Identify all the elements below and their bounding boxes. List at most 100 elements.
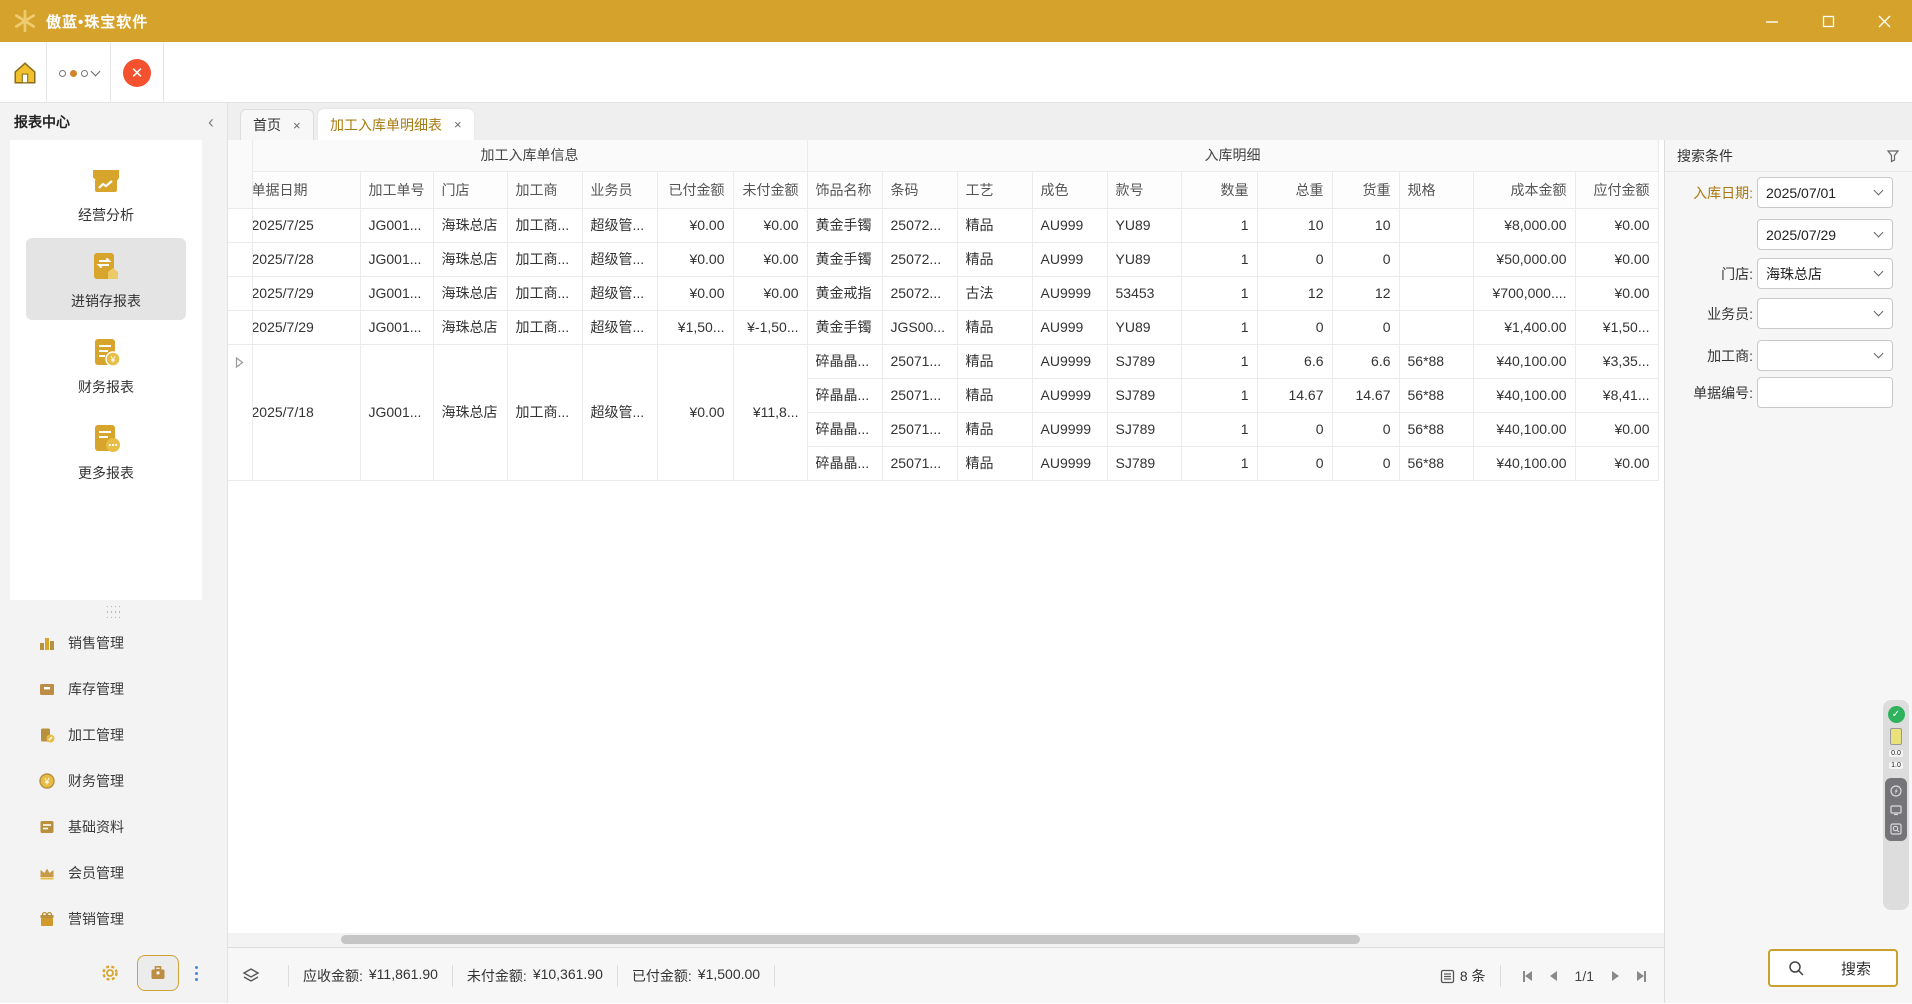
table-cell[interactable]: 精品 [957, 378, 1032, 412]
table-cell[interactable]: 1 [1181, 412, 1257, 446]
filter-pin-icon[interactable] [1886, 149, 1900, 163]
sidebar-item-financial-reports[interactable]: ¥ 财务报表 [26, 324, 186, 406]
table-cell[interactable]: 海珠总店 [433, 242, 507, 276]
table-cell[interactable]: 0 [1257, 242, 1332, 276]
table-cell[interactable]: 10 [1332, 208, 1399, 242]
close-window-button[interactable] [1856, 0, 1912, 42]
tab-processing-inbound-report[interactable]: 加工入库单明细表 × [318, 109, 474, 140]
sidebar-item-marketing-management[interactable]: 营销管理 [0, 896, 228, 942]
table-cell[interactable]: JGS00... [882, 310, 957, 344]
table-cell[interactable]: AU9999 [1032, 378, 1107, 412]
inbound-date-from-select[interactable]: 2025/07/01 [1757, 177, 1893, 208]
table-cell[interactable]: 2025/7/18 [252, 344, 360, 480]
table-cell[interactable]: 6.6 [1332, 344, 1399, 378]
column-header[interactable]: 单据日期 [252, 171, 360, 208]
table-cell[interactable]: 海珠总店 [433, 208, 507, 242]
table-cell[interactable]: 超级管... [582, 310, 657, 344]
table-cell[interactable]: AU9999 [1032, 412, 1107, 446]
table-cell[interactable]: ¥1,50... [657, 310, 733, 344]
table-cell[interactable]: 0 [1332, 242, 1399, 276]
table-cell[interactable]: JG001... [360, 276, 433, 310]
table-cell[interactable] [1399, 276, 1473, 310]
table-cell[interactable]: 12 [1257, 276, 1332, 310]
sidebar-item-business-analysis[interactable]: 经营分析 [26, 152, 186, 234]
column-header[interactable]: 成色 [1032, 171, 1107, 208]
table-cell[interactable]: YU89 [1107, 208, 1181, 242]
column-header[interactable]: 工艺 [957, 171, 1032, 208]
table-cell[interactable]: 碎晶晶... [807, 446, 882, 480]
table-cell[interactable]: 12 [1332, 276, 1399, 310]
prev-page-button[interactable] [1541, 963, 1567, 989]
expand-row-icon[interactable] [235, 357, 244, 368]
table-cell[interactable]: 精品 [957, 242, 1032, 276]
table-row[interactable]: 2025/7/29JG001...海珠总店加工商...超级管...¥0.00¥0… [228, 276, 1658, 310]
table-cell[interactable]: AU999 [1032, 310, 1107, 344]
table-cell[interactable]: 56*88 [1399, 344, 1473, 378]
table-cell[interactable]: 精品 [957, 412, 1032, 446]
table-cell[interactable]: 加工商... [507, 242, 582, 276]
table-cell[interactable]: 6.6 [1257, 344, 1332, 378]
security-shield-icon[interactable]: ✓ [1888, 706, 1905, 723]
minimize-button[interactable] [1744, 0, 1800, 42]
table-cell[interactable]: 2025/7/28 [252, 242, 360, 276]
table-cell[interactable]: 超级管... [582, 242, 657, 276]
table-cell[interactable]: 加工商... [507, 208, 582, 242]
table-cell[interactable] [1399, 208, 1473, 242]
table-cell[interactable]: 黄金手镯 [807, 310, 882, 344]
table-cell[interactable]: 超级管... [582, 344, 657, 480]
scrollbar-thumb[interactable] [341, 935, 1360, 944]
table-cell[interactable]: ¥-1,50... [733, 310, 807, 344]
table-cell[interactable]: JG001... [360, 242, 433, 276]
table-cell[interactable]: 25072... [882, 242, 957, 276]
table-cell[interactable]: ¥0.00 [1575, 276, 1658, 310]
screen-share-icon[interactable] [1890, 803, 1903, 816]
table-cell[interactable]: JG001... [360, 208, 433, 242]
table-cell[interactable]: 2025/7/29 [252, 310, 360, 344]
table-cell[interactable]: AU999 [1032, 242, 1107, 276]
column-header[interactable]: 已付金额 [657, 171, 733, 208]
table-cell[interactable]: ¥50,000.00 [1473, 242, 1575, 276]
table-cell[interactable]: 0 [1257, 310, 1332, 344]
column-header[interactable]: 款号 [1107, 171, 1181, 208]
table-cell[interactable]: AU9999 [1032, 446, 1107, 480]
table-cell[interactable]: 2025/7/25 [252, 208, 360, 242]
table-cell[interactable]: ¥0.00 [657, 208, 733, 242]
table-cell[interactable]: ¥0.00 [1575, 208, 1658, 242]
table-cell[interactable]: 古法 [957, 276, 1032, 310]
table-cell[interactable]: ¥0.00 [733, 208, 807, 242]
sidebar-item-member-management[interactable]: 会员管理 [0, 850, 228, 896]
table-cell[interactable]: 56*88 [1399, 378, 1473, 412]
table-cell[interactable]: SJ789 [1107, 412, 1181, 446]
layers-icon[interactable] [242, 967, 260, 985]
table-cell[interactable]: 1 [1181, 208, 1257, 242]
sidebar-item-processing-management[interactable]: 加工管理 [0, 712, 228, 758]
column-header[interactable]: 未付金额 [733, 171, 807, 208]
salesperson-select[interactable] [1757, 298, 1893, 329]
table-cell[interactable]: 黄金手镯 [807, 208, 882, 242]
maximize-button[interactable] [1800, 0, 1856, 42]
column-header[interactable]: 总重 [1257, 171, 1332, 208]
table-cell[interactable]: ¥0.00 [1575, 446, 1658, 480]
table-cell[interactable]: ¥8,000.00 [1473, 208, 1575, 242]
table-cell[interactable]: 56*88 [1399, 412, 1473, 446]
next-page-button[interactable] [1602, 963, 1628, 989]
table-cell[interactable]: ¥11,8... [733, 344, 807, 480]
table-cell[interactable]: 0 [1332, 310, 1399, 344]
table-cell[interactable]: AU999 [1032, 208, 1107, 242]
table-cell[interactable]: ¥0.00 [733, 242, 807, 276]
table-cell[interactable]: 0 [1332, 412, 1399, 446]
table-cell[interactable]: 海珠总店 [433, 344, 507, 480]
table-cell[interactable]: 56*88 [1399, 446, 1473, 480]
table-cell[interactable]: 53453 [1107, 276, 1181, 310]
processor-select[interactable] [1757, 340, 1893, 371]
column-header[interactable]: 条码 [882, 171, 957, 208]
table-cell[interactable]: 精品 [957, 344, 1032, 378]
table-cell[interactable]: ¥0.00 [1575, 412, 1658, 446]
column-header[interactable]: 规格 [1399, 171, 1473, 208]
table-cell[interactable]: ¥0.00 [657, 276, 733, 310]
tab-home[interactable]: 首页 × [240, 109, 314, 140]
table-cell[interactable]: 10 [1257, 208, 1332, 242]
panel-resize-handle[interactable]: :::::::: [0, 606, 228, 618]
more-options-icon[interactable] [195, 966, 198, 981]
table-cell[interactable]: SJ789 [1107, 446, 1181, 480]
